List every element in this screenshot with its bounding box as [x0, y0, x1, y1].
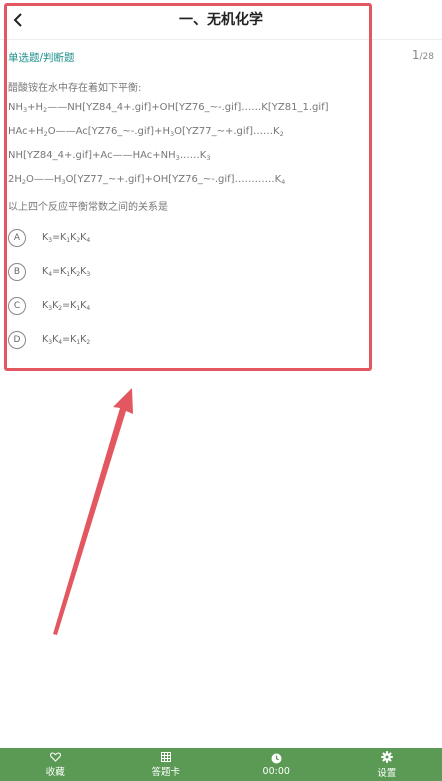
tab-label: 答题卡 — [151, 766, 180, 778]
clock-icon — [271, 753, 282, 763]
grid-icon — [160, 751, 171, 762]
heart-icon — [49, 751, 61, 762]
bottom-toolbar: 收藏 答题卡 00:00 设置 — [0, 748, 442, 781]
tab-label: 收藏 — [45, 766, 65, 778]
settings-tab[interactable]: 设置 — [332, 748, 442, 781]
favorite-tab[interactable]: 收藏 — [0, 748, 111, 781]
tab-label: 设置 — [377, 767, 397, 779]
annotation-arrow-icon — [53, 388, 133, 635]
answer-card-tab[interactable]: 答题卡 — [111, 748, 222, 781]
gear-icon — [380, 750, 393, 763]
tab-label: 00:00 — [262, 765, 290, 777]
timer-tab[interactable]: 00:00 — [221, 748, 332, 781]
